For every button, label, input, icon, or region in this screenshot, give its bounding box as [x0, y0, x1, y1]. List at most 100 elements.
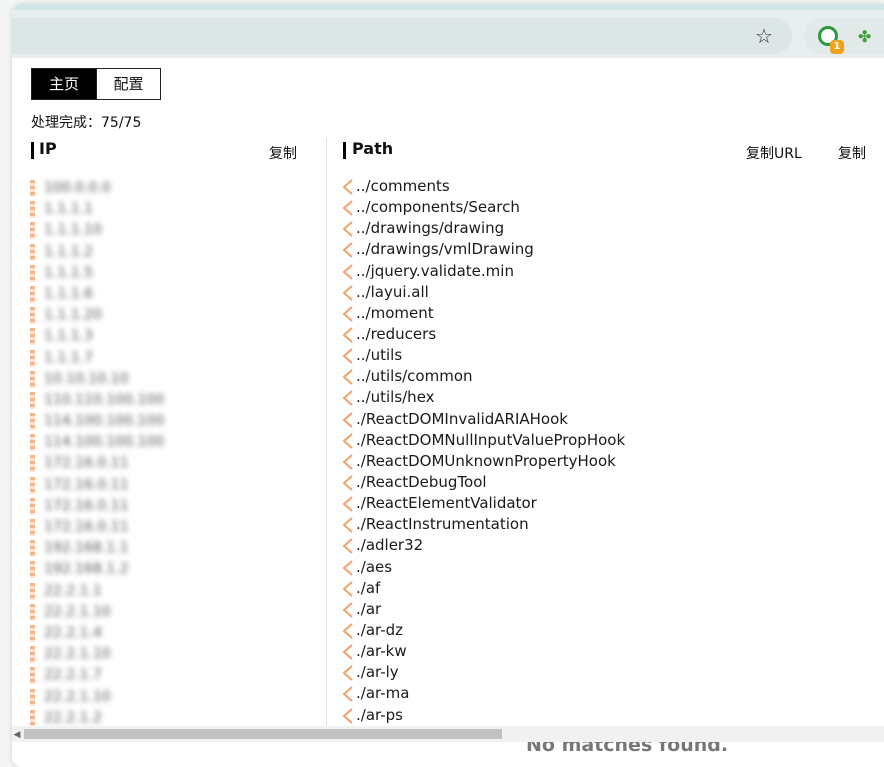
- item-marker: [30, 328, 35, 346]
- path-list-item[interactable]: ./ar-ma: [341, 683, 881, 704]
- ip-list-item[interactable]: 22.2.1.10: [30, 602, 320, 623]
- path-text: ./ReactInstrumentation: [356, 515, 529, 534]
- ip-address: 114.100.100.100: [44, 434, 165, 451]
- ip-list-item[interactable]: 110.110.100.100: [30, 390, 320, 411]
- ip-list-item[interactable]: 1.1.1.7: [30, 348, 320, 369]
- path-list-item[interactable]: ./ar-kw: [341, 641, 881, 662]
- item-marker: [30, 391, 35, 409]
- ip-list-item[interactable]: 22.2.1.4: [30, 623, 320, 644]
- item-marker: [30, 455, 35, 473]
- ip-list-item[interactable]: 192.168.1.1: [30, 538, 320, 559]
- item-marker: [30, 540, 35, 558]
- path-list-item[interactable]: ./ar-ps: [341, 705, 881, 726]
- path-list-item[interactable]: ./ar-dz: [341, 620, 881, 641]
- ip-list-item[interactable]: 114.100.100.100: [30, 432, 320, 453]
- path-list-item[interactable]: ./ReactDebugTool: [341, 472, 881, 493]
- path-text: ../components/Search: [356, 198, 520, 217]
- chevron-left-icon: [342, 665, 353, 681]
- path-list-item[interactable]: ../drawings/drawing: [341, 218, 881, 239]
- ip-list-item[interactable]: 1.1.1.1: [30, 199, 320, 220]
- ip-list-item[interactable]: 192.168.1.2: [30, 559, 320, 580]
- ip-list-item[interactable]: 1.1.1.2: [30, 242, 320, 263]
- chevron-left-icon: [342, 517, 353, 534]
- path-list-item[interactable]: ./ar-ly: [341, 662, 881, 683]
- tab-config[interactable]: 配置: [96, 69, 160, 99]
- chevron-left-icon: [342, 686, 353, 703]
- address-bar[interactable]: [12, 18, 792, 54]
- path-list-item[interactable]: ./ReactElementValidator: [341, 493, 881, 514]
- item-marker: [30, 519, 35, 536]
- path-list: ../comments ../components/Search ../drawin…: [341, 176, 881, 726]
- path-list-item[interactable]: ./ReactDOMUnknownPropertyHook: [341, 451, 881, 472]
- ip-list-item[interactable]: 1.1.1.5: [30, 263, 320, 284]
- item-marker: [30, 624, 35, 642]
- path-list-item[interactable]: ./ar: [341, 599, 881, 620]
- item-marker: [30, 709, 35, 727]
- ip-list-item[interactable]: 172.16.0.11: [30, 496, 320, 517]
- path-list-item[interactable]: ../layui.all: [341, 282, 881, 303]
- ip-list-item[interactable]: 22.2.1.10: [30, 687, 320, 708]
- ip-list-item[interactable]: 22.2.1.7: [30, 665, 320, 686]
- chevron-left-icon: [342, 327, 353, 343]
- status-text: 处理完成：75/75: [31, 115, 142, 131]
- ip-list-item[interactable]: 172.16.0.11: [30, 475, 320, 496]
- ip-list-item[interactable]: 22.2.1.1: [30, 581, 320, 602]
- path-list-item[interactable]: ./ReactDOMInvalidARIAHook: [341, 409, 881, 430]
- path-list-item[interactable]: ./aes: [341, 557, 881, 578]
- horizontal-scrollbar[interactable]: ◀: [12, 726, 884, 742]
- path-list-item[interactable]: ../utils/common: [341, 366, 881, 387]
- path-text: ./adler32: [356, 536, 424, 555]
- path-copy-button[interactable]: 复制: [838, 143, 866, 163]
- path-list-item[interactable]: ./ReactInstrumentation: [341, 514, 881, 535]
- path-list-item[interactable]: ../components/Search: [341, 197, 881, 218]
- path-list-item[interactable]: ../comments: [341, 176, 881, 197]
- path-header: Path 复制URL 复制: [343, 138, 883, 162]
- ip-address: 172.16.0.11: [44, 519, 129, 535]
- path-list-item[interactable]: ../utils/hex: [341, 387, 881, 408]
- path-text: ./ReactDOMInvalidARIAHook: [356, 409, 568, 428]
- path-list-item[interactable]: ./adler32: [341, 535, 881, 556]
- ip-list-item[interactable]: 100.0.0.0: [30, 178, 320, 199]
- ip-list: 100.0.0.0 1.1.1.1 1.1.1.10 1.1.1.2 1.1.1.5 1.…: [30, 178, 320, 729]
- star-icon[interactable]: ☆: [753, 25, 775, 47]
- ip-list-item[interactable]: 172.16.0.11: [30, 453, 320, 474]
- ip-panel: IP 复制 100.0.0.0 1.1.1.1 1.1.1.10 1.1.1.2 1.1…: [12, 138, 327, 728]
- path-text: ../moment: [356, 303, 434, 322]
- ip-copy-button[interactable]: 复制: [269, 143, 297, 163]
- ip-list-item[interactable]: 1.1.1.10: [30, 220, 320, 241]
- path-text: ./ReactDOMUnknownPropertyHook: [356, 451, 616, 470]
- ip-list-item[interactable]: 22.2.1.10: [30, 644, 320, 665]
- ip-list-item[interactable]: 10.10.10.10: [30, 369, 320, 390]
- scrollbar-thumb[interactable]: [24, 729, 502, 739]
- ip-address: 22.2.1.4: [44, 624, 102, 641]
- no-matches-text: No matches found.: [526, 742, 729, 756]
- chevron-left-icon: [342, 475, 353, 491]
- path-list-item[interactable]: ../drawings/vmlDrawing: [341, 239, 881, 260]
- item-marker: [30, 413, 35, 431]
- ip-list-item[interactable]: 1.1.1.20: [30, 305, 320, 326]
- ip-address: 192.168.1.1: [44, 540, 129, 557]
- path-list-item[interactable]: ../jquery.validate.min: [341, 261, 881, 282]
- path-text: ../utils/hex: [356, 388, 435, 407]
- chevron-left-icon: [342, 221, 353, 238]
- path-copy-url-button[interactable]: 复制URL: [746, 143, 802, 163]
- ip-list-item[interactable]: 114.100.100.100: [30, 411, 320, 432]
- tab-home[interactable]: 主页: [32, 69, 96, 99]
- path-list-item[interactable]: ../reducers: [341, 324, 881, 345]
- chevron-left-icon: [342, 348, 353, 364]
- ip-list-item[interactable]: 1.1.1.3: [30, 326, 320, 347]
- ip-address: 10.10.10.10: [44, 370, 129, 387]
- path-text: ./ar-ly: [356, 663, 399, 682]
- path-list-item[interactable]: ./ReactDOMNullInputValuePropHook: [341, 430, 881, 451]
- chevron-left-icon: [342, 580, 353, 597]
- ip-address: 22.2.1.10: [44, 603, 111, 620]
- ip-list-item[interactable]: 172.16.0.11: [30, 517, 320, 538]
- ip-list-item[interactable]: 1.1.1.6: [30, 284, 320, 305]
- puzzle-icon[interactable]: ✤: [858, 28, 876, 46]
- path-list-item[interactable]: ../moment: [341, 303, 881, 324]
- chevron-left-icon: [342, 242, 353, 259]
- path-list-item[interactable]: ./af: [341, 578, 881, 599]
- scroll-left-icon[interactable]: ◀: [12, 730, 22, 740]
- path-list-item[interactable]: ../utils: [341, 345, 881, 366]
- ip-address: 1.1.1.6: [44, 285, 93, 302]
